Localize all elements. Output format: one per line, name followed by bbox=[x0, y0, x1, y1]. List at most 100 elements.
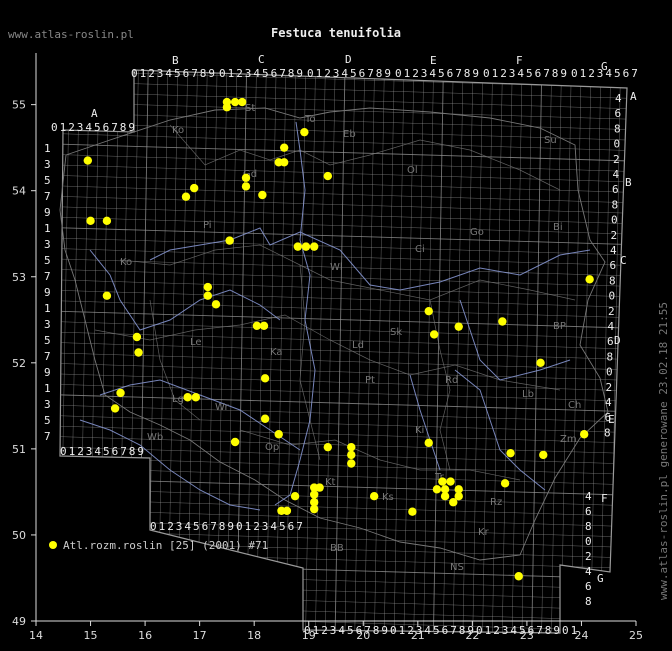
grid-digit: 0 bbox=[219, 67, 226, 80]
grid-row-letter: E bbox=[608, 413, 615, 426]
region-label: Rz bbox=[490, 497, 502, 508]
grid-digit: 1 bbox=[245, 520, 252, 533]
grid-digit: 5 bbox=[279, 520, 286, 533]
grid-digit: 3 bbox=[330, 624, 337, 637]
grid-row-digit: 4 bbox=[585, 565, 592, 578]
grid-digit: 0 bbox=[131, 67, 138, 80]
grid-row-digit: 0 bbox=[606, 366, 613, 379]
region-label: Pt bbox=[365, 375, 375, 386]
grid-row-digit: 0 bbox=[614, 138, 621, 151]
grid-digit: 8 bbox=[376, 67, 383, 80]
x-tick-label: 22 bbox=[465, 629, 479, 642]
grid-row-digit: 3 bbox=[44, 318, 51, 331]
region-label: St bbox=[245, 103, 255, 114]
grid-row-digit: 8 bbox=[604, 426, 611, 439]
occurrence-point bbox=[347, 450, 356, 460]
occurrence-point bbox=[440, 492, 450, 501]
occurrence-point bbox=[301, 242, 311, 251]
grid-row-digit: 4 bbox=[585, 490, 592, 503]
y-tick-label: 49 bbox=[12, 615, 26, 628]
region-label: Rd bbox=[445, 375, 458, 386]
grid-digit: 6 bbox=[202, 520, 209, 533]
region-label: To bbox=[304, 114, 316, 125]
occurrence-point bbox=[183, 393, 192, 402]
grid-digit: 5 bbox=[193, 520, 200, 533]
x-tick-label: 17 bbox=[193, 629, 207, 642]
grid-digit: 0 bbox=[307, 67, 314, 80]
region-label: Kr bbox=[478, 527, 490, 538]
region-label: Lg bbox=[172, 394, 184, 405]
grid-digit: 2 bbox=[68, 121, 75, 134]
occurrence-point bbox=[309, 242, 319, 251]
occurrence-point bbox=[539, 450, 548, 460]
grid-digit: 9 bbox=[208, 67, 215, 80]
region-label: Wb bbox=[147, 432, 163, 443]
grid-digit: 0 bbox=[483, 67, 490, 80]
y-tick-label: 52 bbox=[12, 357, 26, 370]
grid-row-letter: B bbox=[625, 176, 632, 189]
grid-digit: 7 bbox=[191, 67, 198, 80]
region-label: Ci bbox=[415, 244, 425, 255]
grid-digit: 8 bbox=[288, 67, 295, 80]
grid-digit: 4 bbox=[338, 624, 345, 637]
occurrence-point bbox=[230, 437, 240, 447]
occurrence-point bbox=[290, 492, 300, 501]
region-label: NS bbox=[450, 562, 464, 573]
region-label: Zm bbox=[560, 434, 577, 445]
occurrence-point bbox=[134, 348, 143, 357]
occurrence-point bbox=[222, 97, 232, 107]
region-label: Eb bbox=[343, 129, 356, 140]
grid-row-digit: 7 bbox=[44, 350, 51, 363]
grid-column-letter: G bbox=[601, 60, 608, 73]
occurrence-point bbox=[309, 504, 319, 514]
grid-row-digit: 5 bbox=[44, 174, 51, 187]
grid-column-letter: A bbox=[91, 107, 98, 120]
grid-row-digit: 8 bbox=[585, 595, 592, 608]
grid-digit: 2 bbox=[236, 67, 243, 80]
grid-digit: 1 bbox=[228, 67, 235, 80]
y-tick-label: 54 bbox=[12, 185, 26, 198]
legend-label: Atl.rozm.roslin [25] (2001) #71 bbox=[63, 539, 268, 552]
x-tick-label: 23 bbox=[520, 629, 534, 642]
grid-digit: 6 bbox=[535, 67, 542, 80]
grid-row-digit: 6 bbox=[585, 505, 592, 518]
occurrence-point bbox=[211, 300, 221, 309]
grid-row-digit: 3 bbox=[44, 158, 51, 171]
region-label: Wr bbox=[215, 402, 229, 413]
grid-row-digit: 2 bbox=[585, 550, 592, 563]
grid-digit: 2 bbox=[493, 624, 500, 637]
grid-digit: 3 bbox=[509, 67, 516, 80]
occurrence-point bbox=[102, 216, 112, 226]
grid-digit: 4 bbox=[94, 445, 101, 458]
region-label: Bi bbox=[553, 222, 563, 233]
grid-digit: 0 bbox=[150, 520, 157, 533]
grid-digit: 2 bbox=[167, 520, 174, 533]
grid-digit: 4 bbox=[85, 121, 92, 134]
region-label: Ld bbox=[352, 340, 364, 351]
grid-row-letter: C bbox=[620, 254, 627, 267]
grid-digit: 5 bbox=[103, 445, 110, 458]
grid-digit: 6 bbox=[623, 67, 630, 80]
region-label: Ks bbox=[382, 492, 394, 503]
grid-digit: 6 bbox=[271, 67, 278, 80]
occurrence-point bbox=[432, 485, 442, 494]
x-tick-label: 19 bbox=[302, 629, 316, 642]
grid-row-digit: 8 bbox=[585, 520, 592, 533]
grid-digit: 4 bbox=[517, 67, 524, 80]
region-label: Ki bbox=[415, 425, 424, 436]
occurrence-point bbox=[191, 393, 201, 402]
grid-digit: 7 bbox=[631, 67, 638, 80]
grid-digit: 3 bbox=[176, 520, 183, 533]
grid-row-digit: 4 bbox=[615, 92, 622, 105]
grid-column-letter: C bbox=[258, 53, 265, 66]
region-label: Pi bbox=[203, 220, 212, 231]
occurrence-point bbox=[585, 275, 594, 284]
grid-column-letter: D bbox=[345, 53, 352, 66]
grid-digit: 6 bbox=[288, 520, 295, 533]
y-tick-label: 53 bbox=[12, 271, 26, 284]
grid-digit: 4 bbox=[270, 520, 277, 533]
grid-digit: 0 bbox=[60, 445, 67, 458]
occurrence-point bbox=[446, 477, 455, 486]
grid-digit: 1 bbox=[492, 67, 499, 80]
grid-row-digit: 2 bbox=[606, 381, 613, 394]
